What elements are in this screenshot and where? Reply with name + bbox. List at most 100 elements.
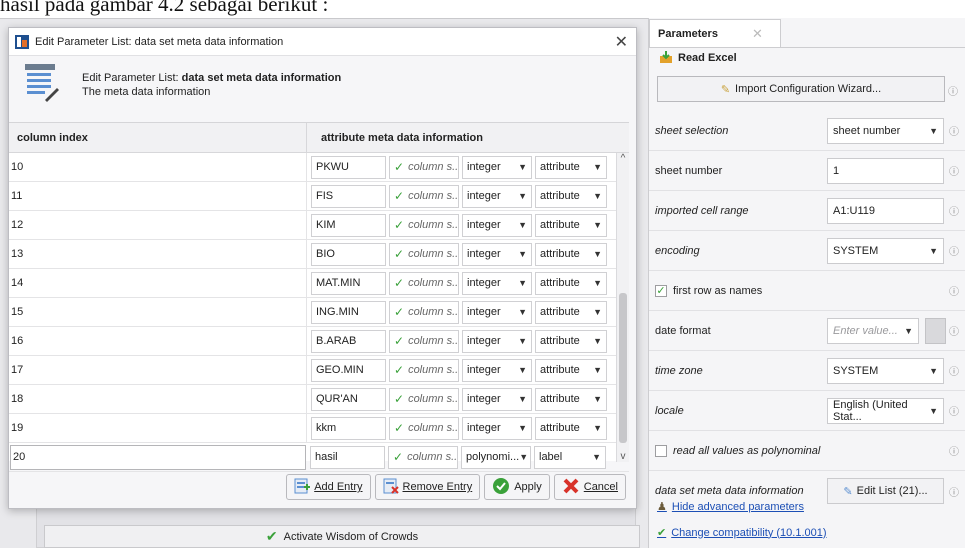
scroll-down-icon[interactable]: v (617, 451, 629, 462)
info-icon[interactable]: ⓘ (949, 283, 959, 298)
table-row[interactable]: 14 MAT.MIN ✓ column s... integer ▼ attribute ▼ (9, 269, 629, 298)
table-row[interactable]: 19 kkm ✓ column s... integer ▼ attribute ▼ (9, 414, 629, 443)
calendar-icon[interactable] (925, 317, 946, 344)
attribute-name-field[interactable]: KIM (311, 213, 386, 237)
column-index-cell[interactable]: 19 (9, 414, 307, 442)
column-index-cell[interactable]: 16 (9, 327, 307, 355)
role-select[interactable]: attribute ▼ (535, 213, 607, 237)
attribute-name-field[interactable]: B.ARAB (311, 329, 386, 353)
value-type-select[interactable]: integer ▼ (462, 213, 532, 237)
table-row[interactable]: 16 B.ARAB ✓ column s... integer ▼ attribute ▼ (9, 327, 629, 356)
remove-entry-button[interactable]: Remove Entry (374, 474, 481, 500)
role-select[interactable]: label ▼ (534, 445, 606, 469)
locale-select[interactable]: English (United Stat... ▼ (827, 397, 944, 424)
column-selected-checkbox[interactable]: ✓ column s... (389, 416, 459, 440)
info-icon[interactable]: ⓘ (949, 443, 959, 458)
value-type-select[interactable]: integer ▼ (462, 300, 532, 324)
column-index-cell[interactable]: 14 (9, 269, 307, 297)
read-all-checkbox[interactable] (655, 444, 667, 457)
column-index-cell[interactable]: 20 (10, 444, 306, 470)
table-scrollbar[interactable]: ^ v (616, 153, 629, 462)
cell-range-input[interactable]: A1:U119 (827, 197, 944, 224)
table-row[interactable]: 17 GEO.MIN ✓ column s... integer ▼ attribute ▼ (9, 356, 629, 385)
add-entry-button[interactable]: Add Entry (286, 474, 371, 500)
info-icon[interactable]: ⓘ (949, 363, 959, 378)
value-type-select[interactable]: integer ▼ (462, 271, 532, 295)
table-row[interactable]: 20 hasil ✓ column s... polynomi... ▼ label ▼ (9, 443, 629, 472)
value-type-select[interactable]: integer ▼ (462, 242, 532, 266)
column-index-cell[interactable]: 17 (9, 356, 307, 384)
edit-list-button[interactable]: ✎ Edit List (21)... (827, 478, 944, 504)
column-header-index[interactable]: column index (9, 123, 307, 152)
column-index-cell[interactable]: 10 (9, 153, 307, 181)
column-selected-checkbox[interactable]: ✓ column s... (389, 271, 459, 295)
dialog-title-bar[interactable]: Edit Parameter List: data set meta data … (9, 28, 636, 56)
attribute-name-field[interactable]: ING.MIN (311, 300, 386, 324)
value-type-select[interactable]: integer ▼ (462, 358, 532, 382)
role-select[interactable]: attribute ▼ (535, 271, 607, 295)
activate-wisdom-button[interactable]: ✔ Activate Wisdom of Crowds (44, 525, 640, 548)
info-icon[interactable]: ⓘ (949, 323, 959, 338)
import-wizard-button[interactable]: ✎ Import Configuration Wizard... (657, 76, 945, 102)
attribute-name-field[interactable]: FIS (311, 184, 386, 208)
column-selected-checkbox[interactable]: ✓ column s... (389, 329, 459, 353)
column-header-attribute[interactable]: attribute meta data information (307, 123, 629, 152)
column-selected-checkbox[interactable]: ✓ column s... (389, 242, 459, 266)
column-selected-checkbox[interactable]: ✓ column s... (389, 358, 459, 382)
column-selected-checkbox[interactable]: ✓ column s... (389, 300, 459, 324)
table-row[interactable]: 11 FIS ✓ column s... integer ▼ attribute ▼ (9, 182, 629, 211)
table-row[interactable]: 12 KIM ✓ column s... integer ▼ attribute ▼ (9, 211, 629, 240)
column-selected-checkbox[interactable]: ✓ column s... (389, 213, 459, 237)
column-index-cell[interactable]: 12 (9, 211, 307, 239)
encoding-select[interactable]: SYSTEM ▼ (827, 237, 944, 264)
attribute-name-field[interactable]: GEO.MIN (311, 358, 386, 382)
scroll-thumb[interactable] (619, 293, 627, 443)
attribute-name-field[interactable]: hasil (310, 445, 385, 469)
info-icon[interactable]: ⓘ (948, 83, 958, 98)
time-zone-select[interactable]: SYSTEM ▼ (827, 357, 944, 384)
attribute-name-field[interactable]: BIO (311, 242, 386, 266)
role-select[interactable]: attribute ▼ (535, 387, 607, 411)
cancel-button[interactable]: Cancel (553, 474, 626, 500)
value-type-select[interactable]: integer ▼ (462, 416, 532, 440)
role-select[interactable]: attribute ▼ (535, 242, 607, 266)
column-selected-checkbox[interactable]: ✓ column s... (389, 184, 459, 208)
role-select[interactable]: attribute ▼ (535, 155, 607, 179)
column-selected-checkbox[interactable]: ✓ column s... (389, 387, 459, 411)
sheet-selection-select[interactable]: sheet number ▼ (827, 117, 944, 144)
info-icon[interactable]: ⓘ (949, 403, 959, 418)
info-icon[interactable]: ⓘ (949, 243, 959, 258)
first-row-checkbox[interactable]: ✓ (655, 284, 667, 297)
column-index-cell[interactable]: 13 (9, 240, 307, 268)
column-selected-checkbox[interactable]: ✓ column s... (389, 155, 459, 179)
value-type-select[interactable]: integer ▼ (462, 329, 532, 353)
role-select[interactable]: attribute ▼ (535, 358, 607, 382)
column-index-cell[interactable]: 18 (9, 385, 307, 413)
info-icon[interactable]: ⓘ (949, 123, 959, 138)
attribute-name-field[interactable]: PKWU (311, 155, 386, 179)
role-select[interactable]: attribute ▼ (535, 300, 607, 324)
change-compatibility-link[interactable]: ✔ Change compatibility (10.1.001) (657, 526, 827, 540)
close-icon[interactable]: ✕ (615, 32, 628, 52)
role-select[interactable]: attribute ▼ (535, 329, 607, 353)
column-index-cell[interactable]: 15 (9, 298, 307, 326)
table-row[interactable]: 15 ING.MIN ✓ column s... integer ▼ attribute ▼ (9, 298, 629, 327)
scroll-up-icon[interactable]: ^ (617, 153, 629, 164)
hide-advanced-link[interactable]: ♟ Hide advanced parameters (657, 500, 804, 514)
role-select[interactable]: attribute ▼ (535, 184, 607, 208)
table-row[interactable]: 10 PKWU ✓ column s... integer ▼ attribute ▼ (9, 153, 629, 182)
value-type-select[interactable]: integer ▼ (462, 387, 532, 411)
table-row[interactable]: 18 QUR'AN ✓ column s... integer ▼ attribute ▼ (9, 385, 629, 414)
column-selected-checkbox[interactable]: ✓ column s... (388, 445, 458, 469)
role-select[interactable]: attribute ▼ (535, 416, 607, 440)
date-format-select[interactable]: Enter value... ▼ (827, 317, 919, 344)
attribute-name-field[interactable]: QUR'AN (311, 387, 386, 411)
info-icon[interactable]: ⓘ (949, 203, 959, 218)
table-row[interactable]: 13 BIO ✓ column s... integer ▼ attribute ▼ (9, 240, 629, 269)
attribute-name-field[interactable]: kkm (311, 416, 386, 440)
column-index-cell[interactable]: 11 (9, 182, 307, 210)
value-type-select[interactable]: integer ▼ (462, 155, 532, 179)
info-icon[interactable]: ⓘ (949, 163, 959, 178)
attribute-name-field[interactable]: MAT.MIN (311, 271, 386, 295)
sheet-number-input[interactable]: 1 (827, 157, 944, 184)
